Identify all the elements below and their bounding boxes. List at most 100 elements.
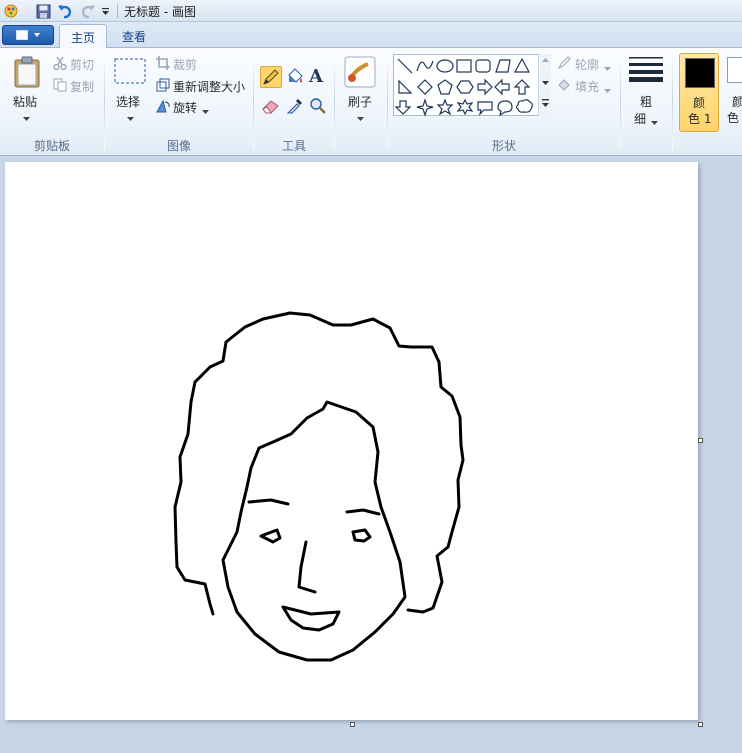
eraser-icon[interactable]	[261, 97, 281, 118]
fill-icon	[557, 78, 571, 95]
rotate-button[interactable]: 旋转	[173, 99, 197, 116]
triangle-shape-icon	[513, 57, 531, 73]
select-button-label[interactable]: 选择	[116, 93, 140, 110]
group-divider	[104, 54, 105, 150]
scroll-up-icon	[542, 58, 549, 62]
fill-dropdown-arrow-icon[interactable]	[604, 83, 611, 97]
resize-handle-bottom[interactable]	[350, 722, 355, 727]
color-1-label-line1: 颜	[693, 96, 706, 110]
size-label-line2[interactable]: 细	[634, 110, 646, 127]
title-separator	[117, 4, 118, 18]
shapes-gallery-scrollbar[interactable]	[538, 54, 551, 116]
tab-home[interactable]: 主页	[59, 24, 108, 49]
group-divider	[334, 54, 335, 150]
title-bar: 无标题 - 画图	[0, 0, 742, 22]
color-1-button[interactable]: 颜 色 1	[679, 53, 719, 132]
rotate-icon	[156, 99, 170, 116]
rectangular-callout-shape-icon	[477, 101, 493, 116]
image-group-label: 图像	[166, 139, 191, 153]
outline-dropdown-arrow-icon[interactable]	[604, 61, 611, 75]
hair-outline	[173, 311, 465, 616]
paste-button-label[interactable]: 粘贴	[13, 93, 37, 110]
crop-button[interactable]: 裁剪	[173, 56, 197, 73]
tab-view[interactable]: 查看	[111, 24, 157, 48]
rounded-rectangle-shape-icon	[475, 59, 491, 73]
paint-app-icon[interactable]	[3, 2, 19, 20]
color-picker-icon[interactable]	[286, 97, 304, 118]
select-icon[interactable]	[114, 58, 146, 87]
pencil-tool-button[interactable]	[260, 66, 282, 88]
color-1-swatch	[685, 58, 715, 88]
ribbon-tab-row: 主页 查看	[0, 22, 742, 49]
rectangle-shape-icon	[456, 59, 472, 73]
color-2-swatch[interactable]	[727, 57, 742, 83]
chevron-down-icon	[34, 33, 40, 37]
cut-button[interactable]: 剪切	[70, 56, 94, 73]
right-triangle-shape-icon	[398, 79, 413, 94]
group-divider	[620, 54, 621, 150]
down-arrow-shape-icon	[394, 100, 412, 115]
size-dropdown-arrow-icon[interactable]	[651, 115, 658, 129]
select-dropdown-arrow-icon[interactable]	[127, 111, 134, 125]
copy-button[interactable]: 复制	[70, 78, 94, 95]
nose	[297, 540, 317, 594]
five-point-star-shape-icon	[436, 98, 454, 116]
group-divider	[387, 54, 388, 150]
save-icon[interactable]	[34, 2, 52, 20]
left-eyebrow	[247, 498, 290, 506]
six-point-star-shape-icon	[456, 98, 474, 116]
left-arrow-shape-icon	[494, 78, 510, 96]
clipboard-group-label: 剪贴板	[33, 139, 70, 153]
brushes-button-label[interactable]: 刷子	[348, 93, 372, 110]
face-outline	[221, 400, 407, 662]
color-2-label-line1[interactable]: 颜	[732, 93, 742, 110]
cloud-callout-shape-icon	[515, 99, 533, 113]
left-eye	[259, 528, 282, 544]
up-arrow-shape-icon	[513, 79, 531, 95]
brushes-dropdown-arrow-icon[interactable]	[357, 111, 364, 125]
fill-button[interactable]: 填充	[575, 78, 599, 95]
shapes-gallery[interactable]	[393, 54, 551, 117]
outline-button[interactable]: 轮廓	[575, 56, 599, 73]
fill-bucket-icon[interactable]	[285, 67, 305, 90]
undo-icon[interactable]	[56, 2, 74, 20]
rotate-dropdown-arrow-icon[interactable]	[202, 104, 209, 118]
redo-icon[interactable]	[79, 2, 97, 20]
resize-button[interactable]: 重新调整大小	[173, 78, 245, 95]
shapes-group-label: 形状	[491, 139, 516, 153]
ribbon: 粘贴 剪切 复制 剪贴板 选择 裁剪 重新调整大小 旋转 图像 A 工具 刷子 …	[0, 48, 742, 156]
brush-icon[interactable]	[344, 56, 376, 91]
face-drawing	[173, 311, 465, 662]
curve-shape-icon	[416, 60, 434, 72]
color-1-label-line2: 色 1	[688, 112, 712, 126]
four-point-star-shape-icon	[416, 98, 434, 117]
right-eyebrow	[345, 508, 381, 516]
scroll-down-icon	[542, 81, 549, 85]
oval-shape-icon	[436, 59, 454, 73]
color-2-label-line2[interactable]: 色	[727, 109, 739, 126]
size-label-line1[interactable]: 粗	[640, 93, 652, 110]
mouth	[281, 605, 341, 632]
text-tool-icon[interactable]: A	[309, 66, 323, 87]
group-divider	[672, 54, 673, 150]
tools-group-label: 工具	[281, 139, 306, 153]
paint-menu-button[interactable]	[2, 25, 54, 45]
size-icon[interactable]	[629, 56, 663, 85]
window-title: 无标题 - 画图	[124, 5, 196, 19]
copy-icon	[53, 78, 67, 95]
resize-handle-corner[interactable]	[698, 722, 703, 727]
oval-callout-shape-icon	[497, 100, 513, 117]
pentagon-shape-icon	[437, 79, 453, 95]
polygon-shape-icon	[495, 59, 511, 73]
pencil-icon	[263, 69, 279, 85]
customize-qat-icon[interactable]	[99, 2, 111, 20]
paste-icon[interactable]	[13, 56, 41, 91]
right-eye	[351, 528, 372, 543]
cut-icon	[53, 56, 67, 73]
resize-handle-right[interactable]	[698, 438, 703, 443]
drawing-canvas[interactable]	[5, 162, 698, 720]
paste-dropdown-arrow-icon[interactable]	[23, 111, 30, 125]
line-shape-icon	[397, 58, 413, 74]
magnifier-icon[interactable]	[309, 97, 327, 118]
right-arrow-shape-icon	[477, 78, 493, 96]
